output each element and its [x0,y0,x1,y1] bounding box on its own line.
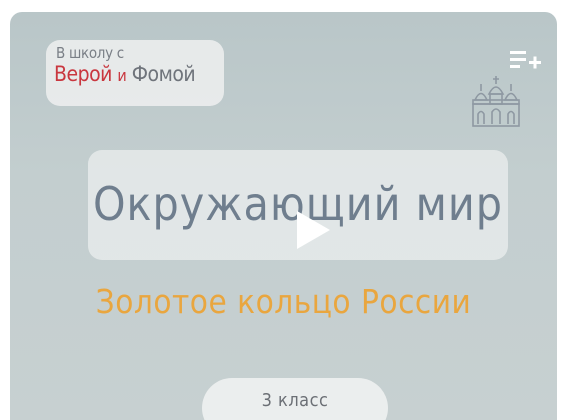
logo-conjunction: и [117,66,127,85]
play-icon[interactable] [293,208,333,252]
add-to-queue-icon[interactable] [510,50,542,72]
logo-names: Верой и Фомой [54,62,196,86]
video-subtitle: Золотое кольцо России [95,282,472,321]
grade-label: 3 класс [261,390,329,411]
grade-badge: 3 класс [202,378,388,420]
logo-tagline: В школу с [56,44,124,62]
video-thumbnail[interactable]: В школу с Верой и Фомой Окружающий мир З… [10,12,557,420]
channel-logo: В школу с Верой и Фомой [46,40,224,106]
logo-name-1: Верой [54,62,112,86]
church-icon [472,76,520,127]
logo-name-2: Фомой [131,62,196,86]
